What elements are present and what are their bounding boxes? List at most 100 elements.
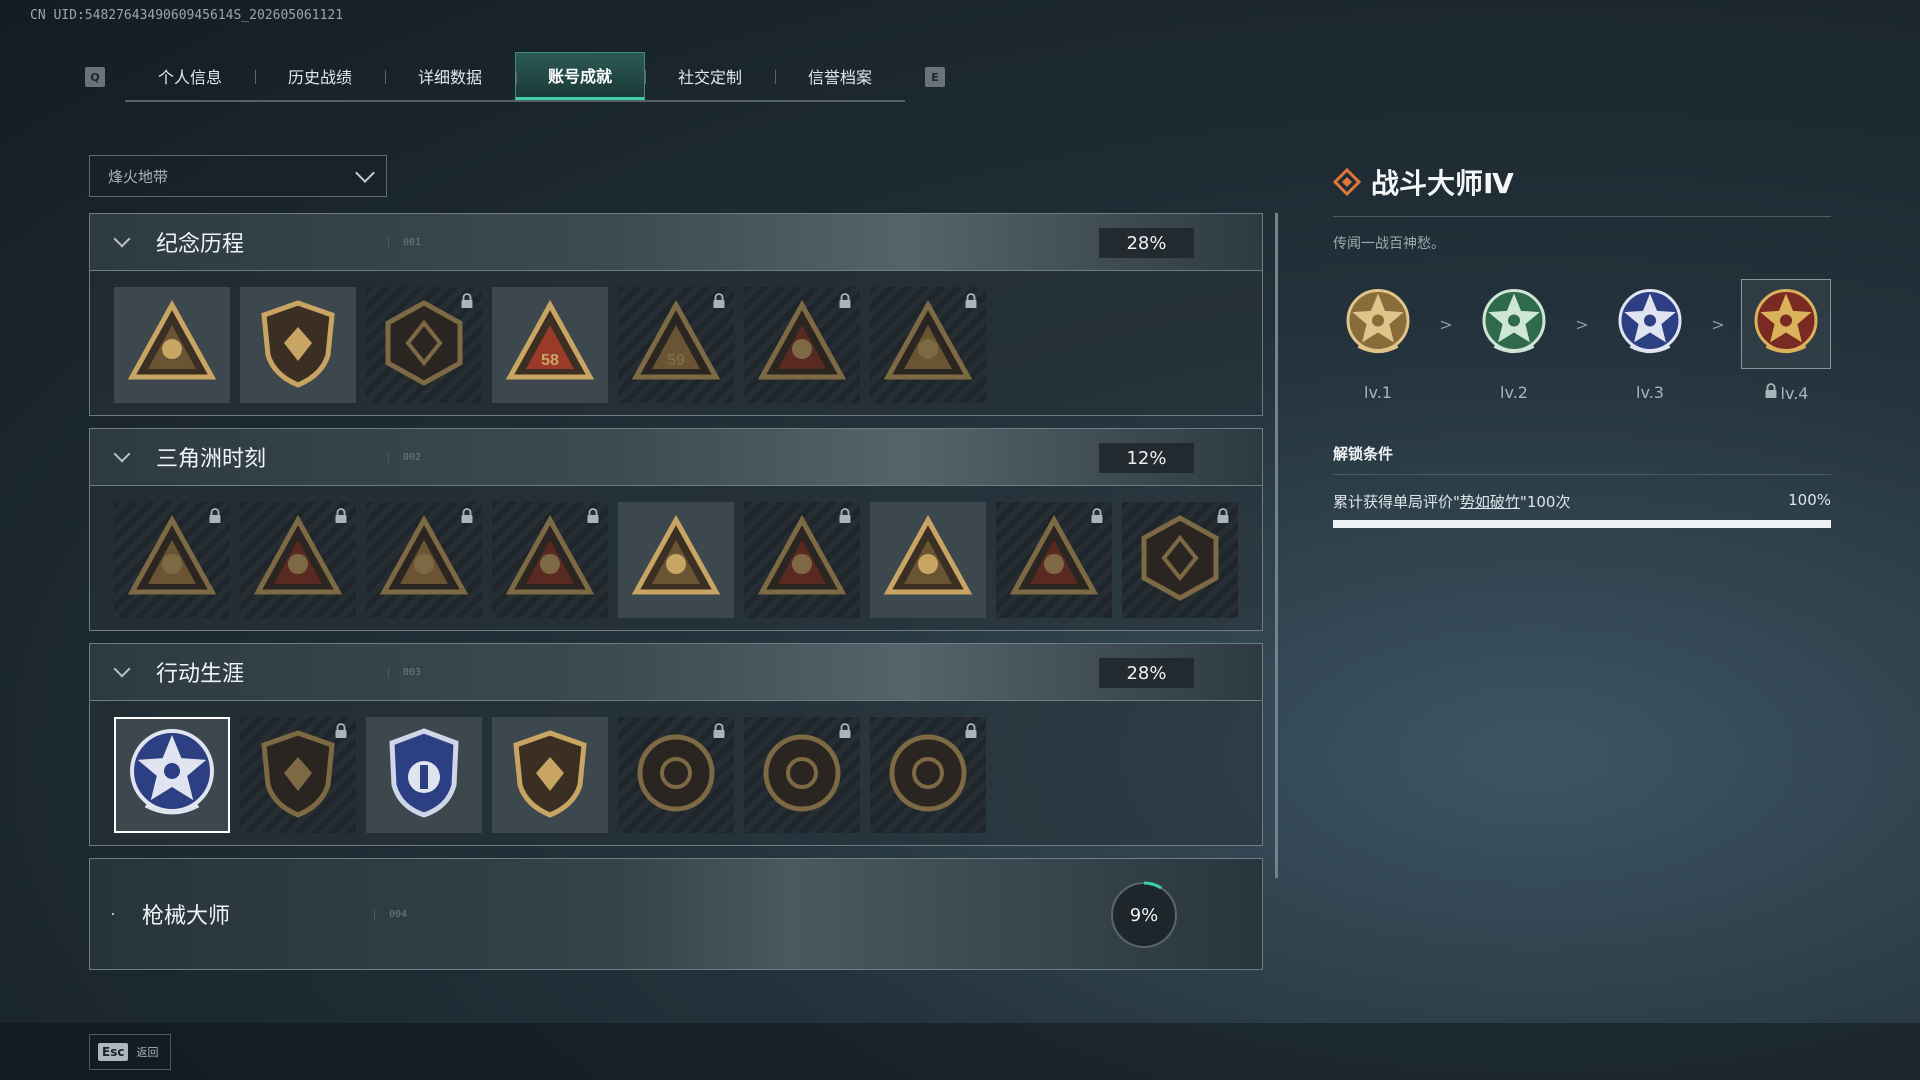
achievement-badge[interactable] — [366, 287, 482, 403]
next-tab-key[interactable]: E — [925, 67, 945, 87]
lock-icon — [1216, 508, 1230, 528]
section-title: 枪械大师 — [142, 904, 231, 929]
diver-badge-icon — [376, 510, 472, 610]
section-header-1[interactable]: 三角洲时刻 002 12% — [89, 428, 1263, 486]
achievement-badge[interactable] — [618, 717, 734, 833]
achievement-badge[interactable] — [870, 287, 986, 403]
level-label-row: lv.1 — [1364, 383, 1392, 402]
tower-59-badge-icon: 59 — [628, 295, 724, 395]
tab-3[interactable]: 账号成就 — [515, 52, 645, 100]
achievement-badge[interactable] — [1122, 502, 1238, 618]
section-number: 002 — [388, 451, 421, 463]
condition-progress-bar — [1333, 520, 1831, 528]
achievement-badge[interactable] — [744, 502, 860, 618]
scrollbar[interactable] — [1275, 213, 1278, 878]
back-label: 返回 — [136, 1046, 159, 1059]
section-badges-1 — [89, 486, 1263, 631]
tab-0[interactable]: 个人信息 — [125, 52, 255, 100]
achievement-badge[interactable] — [618, 502, 734, 618]
detail-title: 战斗大师Ⅳ — [1371, 167, 1514, 200]
tab-2[interactable]: 详细数据 — [385, 52, 515, 100]
lock-icon — [712, 293, 726, 313]
achievement-badge[interactable]: 59 — [618, 287, 734, 403]
level-3[interactable]: lv.3 — [1605, 279, 1695, 402]
section-progress-ring: 9% — [1108, 879, 1180, 951]
level-1[interactable]: lv.1 — [1333, 279, 1423, 402]
rocket-badge-icon — [880, 510, 976, 610]
uid-label: CN UID:5482764349060945614S_202605061121 — [30, 8, 344, 23]
blue-crest-medal-icon — [376, 725, 472, 825]
section-number: 004 — [374, 908, 407, 920]
lock-icon — [334, 508, 348, 528]
achievement-badge[interactable] — [492, 502, 608, 618]
tab-1[interactable]: 历史战绩 — [255, 52, 385, 100]
squad-badge-icon — [628, 510, 724, 610]
helmet-badge-icon — [250, 510, 346, 610]
level-frame — [1605, 279, 1695, 369]
mode-dropdown-value: 烽火地带 — [108, 167, 169, 186]
chevron-right-icon — [112, 913, 114, 915]
section-header-2[interactable]: 行动生涯 003 28% — [89, 643, 1263, 701]
condition-progress-fill — [1333, 520, 1831, 528]
level-label: lv.1 — [1364, 383, 1392, 402]
condition-link[interactable]: 势如破竹 — [1460, 493, 1520, 511]
hooded-figure-badge-icon — [754, 295, 850, 395]
section-header-0[interactable]: 纪念历程 001 28% — [89, 213, 1263, 271]
lock-icon — [964, 723, 978, 743]
mode-dropdown[interactable]: 烽火地带 — [89, 155, 387, 197]
lock-icon — [838, 508, 852, 528]
triangle-mountain-badge-icon — [124, 295, 220, 395]
ring-medal-icon — [628, 725, 724, 825]
lock-icon — [460, 293, 474, 313]
achievement-badge[interactable]: 58 — [492, 287, 608, 403]
detail-title-row: 战斗大师Ⅳ — [1333, 162, 1831, 217]
crossed-soldier-badge-icon — [880, 295, 976, 395]
detail-description: 传闻一战百神愁。 — [1333, 236, 1445, 252]
section-title: 行动生涯 — [156, 662, 245, 687]
tab-4[interactable]: 社交定制 — [645, 52, 775, 100]
lock-icon — [1090, 508, 1104, 528]
achievement-badge[interactable] — [744, 287, 860, 403]
achievement-badge[interactable] — [870, 502, 986, 618]
achievement-badge[interactable] — [240, 502, 356, 618]
achievement-badge[interactable] — [996, 502, 1112, 618]
level-label-row: lv.4 — [1764, 383, 1809, 403]
achievement-badge[interactable] — [870, 717, 986, 833]
gem-shield-medal-icon — [502, 725, 598, 825]
tab-5[interactable]: 信誉档案 — [775, 52, 905, 100]
achievement-badge[interactable] — [744, 717, 860, 833]
section-percent: 12% — [1099, 443, 1194, 473]
achievement-badge[interactable] — [492, 717, 608, 833]
footer-bar — [0, 1023, 1920, 1080]
red-star-medal-icon — [1750, 286, 1822, 362]
achievement-badge[interactable] — [240, 287, 356, 403]
svg-text:59: 59 — [667, 352, 685, 369]
level-label: lv.4 — [1780, 383, 1809, 403]
achievement-badge[interactable] — [366, 717, 482, 833]
achievement-badge[interactable] — [114, 287, 230, 403]
lock-icon — [586, 508, 600, 528]
level-frame — [1469, 279, 1559, 369]
back-button[interactable]: Esc 返回 — [89, 1034, 171, 1070]
dolphin-badge-icon — [1006, 510, 1102, 610]
achievement-badge[interactable] — [366, 502, 482, 618]
green-star-medal-icon — [1478, 286, 1550, 362]
level-2[interactable]: lv.2 — [1469, 279, 1559, 402]
level-separator: > — [1575, 315, 1589, 334]
esc-key: Esc — [98, 1043, 129, 1061]
achievement-badge[interactable] — [114, 717, 230, 833]
level-4[interactable]: lv.4 — [1741, 279, 1831, 403]
condition-text: 累计获得单局评价"势如破竹"100次 — [1333, 491, 1570, 512]
section-badges-2 — [89, 701, 1263, 846]
achievement-badge[interactable] — [114, 502, 230, 618]
achievement-badge[interactable] — [240, 717, 356, 833]
level-separator: > — [1711, 315, 1725, 334]
tab-row: 个人信息 历史战绩 详细数据 账号成就 社交定制 信誉档案 — [125, 52, 905, 102]
level-label-row: lv.3 — [1636, 383, 1664, 402]
lock-icon — [334, 723, 348, 743]
hex-shield-badge-icon — [376, 295, 472, 395]
condition-suffix: "100次 — [1519, 493, 1571, 511]
section-header-3[interactable]: 枪械大师 004 9% — [89, 858, 1263, 970]
tab-bar: Q 个人信息 历史战绩 详细数据 账号成就 社交定制 信誉档案 E — [85, 52, 945, 102]
prev-tab-key[interactable]: Q — [85, 67, 105, 87]
